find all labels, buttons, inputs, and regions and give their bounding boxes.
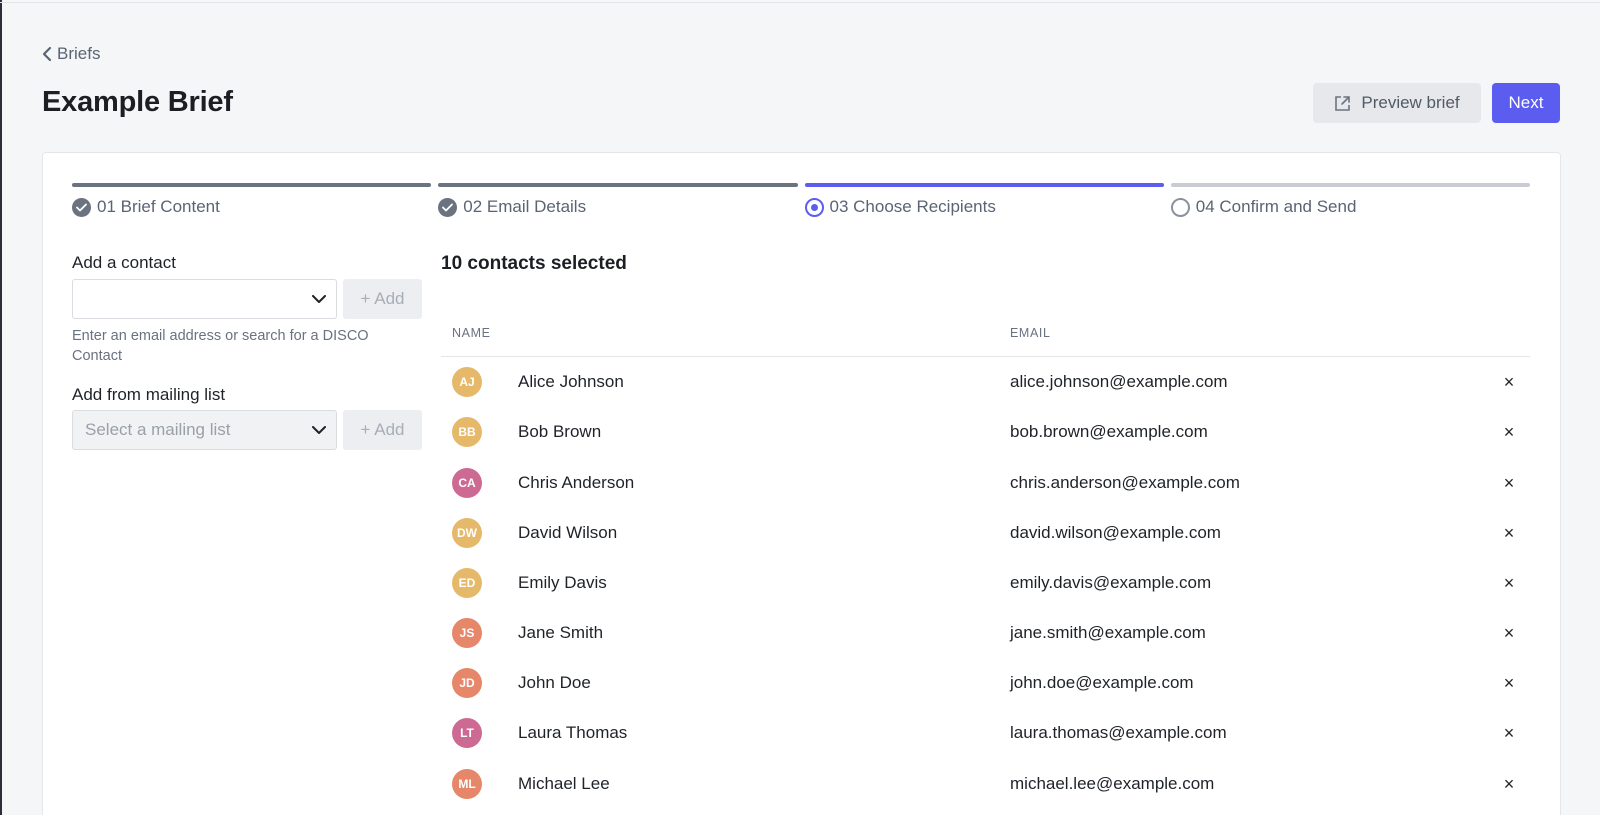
- contact-helper-text: Enter an email address or search for a D…: [72, 328, 369, 364]
- contact-name: Jane Smith: [518, 623, 604, 642]
- avatar: ML: [452, 769, 482, 799]
- contact-email: laura.thomas@example.com: [1010, 723, 1227, 742]
- contact-name: Alice Johnson: [518, 372, 624, 391]
- table-row: BB Bob Brown bob.brown@example.com ×: [441, 407, 1530, 457]
- preview-brief-button[interactable]: Preview brief: [1313, 83, 1481, 123]
- contact-email: david.wilson@example.com: [1010, 523, 1221, 542]
- contact-email: jane.smith@example.com: [1010, 623, 1206, 642]
- step-progress-bar: [72, 183, 432, 187]
- remove-contact-button[interactable]: ×: [1499, 671, 1519, 695]
- step-progress-bar: [1170, 183, 1530, 187]
- breadcrumb-label: Briefs: [57, 44, 101, 63]
- table-row: JD John Doe john.doe@example.com ×: [441, 658, 1530, 708]
- contact-email: emily.davis@example.com: [1010, 573, 1212, 592]
- mailing-list-placeholder: Select a mailing list: [85, 420, 231, 439]
- remove-contact-button[interactable]: ×: [1499, 370, 1519, 394]
- step-progress-bar: [804, 183, 1164, 187]
- contact-name: Emily Davis: [518, 573, 607, 592]
- contact-email: chris.anderson@example.com: [1010, 473, 1240, 492]
- remove-contact-button[interactable]: ×: [1499, 471, 1519, 495]
- check-circle-icon: [72, 197, 91, 217]
- remove-contact-button[interactable]: ×: [1499, 571, 1519, 595]
- remove-contact-button[interactable]: ×: [1499, 721, 1519, 745]
- chevron-down-icon: [312, 294, 326, 303]
- selected-count-heading: 10 contacts selected: [441, 253, 627, 274]
- remove-contact-button[interactable]: ×: [1499, 621, 1519, 645]
- step-label: 01 Brief Content: [97, 197, 220, 216]
- check-circle-icon: [438, 197, 458, 217]
- table-row: LT Laura Thomas laura.thomas@example.com…: [441, 708, 1530, 758]
- next-button[interactable]: Next: [1492, 83, 1560, 123]
- table-row: DW David Wilson david.wilson@example.com…: [441, 508, 1530, 558]
- preview-brief-label: Preview brief: [1361, 93, 1460, 112]
- page-title: Example Brief: [42, 86, 233, 118]
- table-row: JS Jane Smith jane.smith@example.com ×: [441, 608, 1530, 658]
- step-label: 04 Confirm and Send: [1195, 197, 1357, 216]
- avatar: AJ: [452, 367, 482, 397]
- contact-name: Michael Lee: [518, 774, 610, 793]
- contact-name: John Doe: [518, 673, 591, 692]
- contact-name: Laura Thomas: [518, 723, 628, 742]
- step-email-details[interactable]: 02 Email Details: [438, 183, 798, 219]
- table-row: AJ Alice Johnson alice.johnson@example.c…: [441, 357, 1530, 407]
- avatar: CA: [452, 468, 482, 498]
- contact-email: alice.johnson@example.com: [1010, 372, 1228, 391]
- radio-empty-icon: [1170, 197, 1190, 217]
- contact-name: Bob Brown: [518, 422, 602, 441]
- radio-selected-icon: [804, 197, 824, 217]
- avatar: JS: [452, 618, 482, 648]
- table-row: CA Chris Anderson chris.anderson@example…: [441, 458, 1530, 508]
- breadcrumb-back-link[interactable]: Briefs: [41, 44, 100, 64]
- contact-email: michael.lee@example.com: [1010, 774, 1215, 793]
- contact-name: Chris Anderson: [518, 473, 635, 492]
- step-confirm-and-send[interactable]: 04 Confirm and Send: [1170, 183, 1530, 219]
- add-contact-label: Add a contact: [72, 253, 176, 272]
- step-brief-content[interactable]: 01 Brief Content: [72, 183, 432, 219]
- contact-name: David Wilson: [518, 523, 618, 542]
- contact-email: bob.brown@example.com: [1010, 422, 1208, 441]
- external-link-icon: [1335, 95, 1351, 111]
- stepper: 01 Brief Content 02 Email Details 03 Cho…: [72, 183, 1530, 219]
- remove-contact-button[interactable]: ×: [1499, 521, 1519, 545]
- column-header-name: NAME: [452, 326, 491, 340]
- window-edge: [0, 0, 2, 815]
- table-row: ED Emily Davis emily.davis@example.com ×: [441, 558, 1530, 608]
- step-label: 02 Email Details: [463, 197, 587, 216]
- remove-contact-button[interactable]: ×: [1499, 420, 1519, 444]
- contact-email: john.doe@example.com: [1010, 673, 1194, 692]
- chevron-left-icon: [42, 46, 52, 62]
- chevron-down-icon: [312, 425, 326, 434]
- step-choose-recipients[interactable]: 03 Choose Recipients: [804, 183, 1164, 219]
- avatar: ED: [452, 568, 482, 598]
- mailing-list-label: Add from mailing list: [72, 385, 226, 404]
- mailing-list-select[interactable]: Select a mailing list: [72, 410, 337, 450]
- top-divider: [0, 2, 1600, 3]
- contact-select[interactable]: [72, 279, 337, 319]
- step-label: 03 Choose Recipients: [829, 197, 996, 216]
- avatar: JD: [452, 668, 482, 698]
- avatar: LT: [452, 718, 482, 748]
- table-row: ML Michael Lee michael.lee@example.com ×: [441, 759, 1530, 809]
- step-progress-bar: [438, 183, 798, 187]
- column-header-email: EMAIL: [1010, 326, 1051, 340]
- add-mailing-list-button[interactable]: + Add: [343, 410, 422, 450]
- remove-contact-button[interactable]: ×: [1499, 772, 1519, 796]
- add-contact-button[interactable]: + Add: [343, 279, 422, 319]
- avatar: DW: [452, 518, 482, 548]
- avatar: BB: [452, 417, 482, 447]
